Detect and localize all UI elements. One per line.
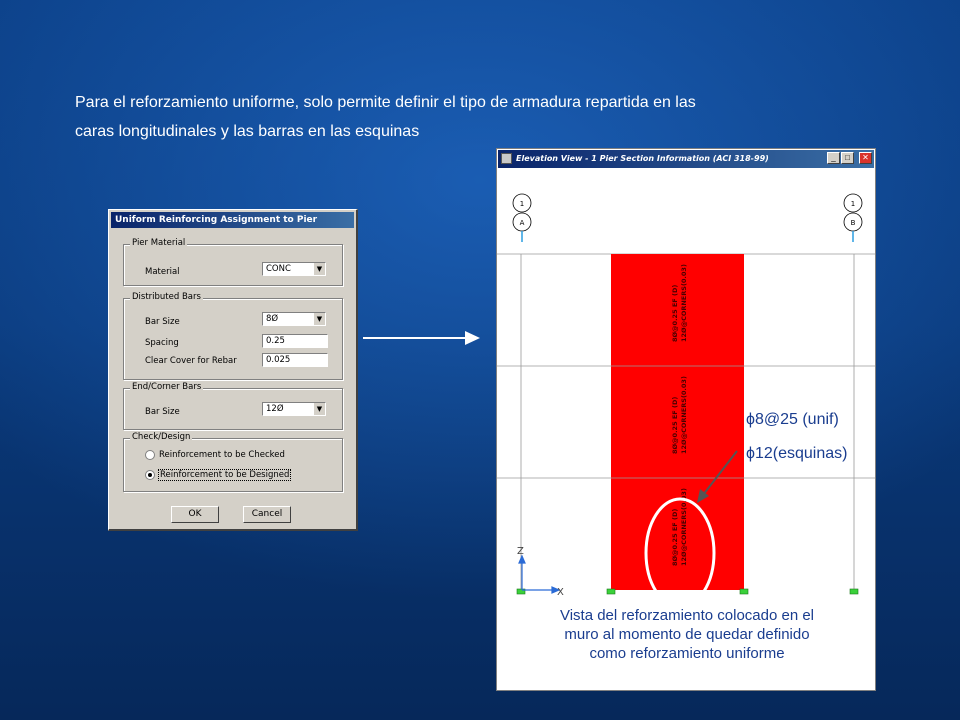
caption-line-3: como reforzamiento uniforme	[589, 645, 785, 662]
pier-label-storey3-line2: 12Ø@CORNERS(0.03)	[680, 264, 688, 342]
pier-label-storey2-line2: 12Ø@CORNERS(0.03)	[680, 376, 688, 454]
distributed-bar-size-select[interactable]: 8Ø ▼	[262, 312, 326, 326]
grid-bubble-right: 1 B	[843, 193, 863, 242]
dialog-title: Uniform Reinforcing Assignment to Pier	[111, 212, 354, 228]
slide-text: Para el reforzamiento uniforme, solo per…	[75, 88, 835, 146]
corner-bar-size-value: 12Ø	[266, 404, 284, 414]
arrow-right-icon	[465, 331, 480, 345]
maximize-icon[interactable]: □	[841, 152, 854, 164]
distributed-bars-legend: Distributed Bars	[130, 292, 203, 302]
minimize-icon[interactable]: _	[827, 152, 840, 164]
grid-right-top-label: 1	[851, 200, 855, 208]
radio-checked-label[interactable]: Reinforcement to be Checked	[159, 450, 285, 460]
corner-bar-size-label: Bar Size	[145, 407, 180, 417]
elevation-caption: Vista del reforzamiento colocado en el m…	[504, 606, 870, 663]
chevron-down-icon[interactable]: ▼	[313, 403, 325, 415]
bar-size-label: Bar Size	[145, 317, 180, 327]
pier-label-storey1-line1: 8Ø@0.25 EF (D)	[671, 509, 679, 566]
close-icon[interactable]: ✕	[859, 152, 872, 164]
material-value: CONC	[266, 264, 291, 274]
grid-left-top-label: 1	[520, 200, 524, 208]
clear-cover-input[interactable]: 0.025	[262, 353, 328, 367]
slide-text-line-2: caras longitudinales y las barras en las…	[75, 123, 420, 140]
spacing-input[interactable]: 0.25	[262, 334, 328, 348]
grid-left-bottom-label: A	[520, 219, 525, 227]
cancel-button[interactable]: Cancel	[243, 506, 291, 523]
elevation-title-text: Elevation View - 1 Pier Section Informat…	[516, 154, 769, 163]
clear-cover-label: Clear Cover for Rebar	[145, 356, 237, 366]
elevation-window-title: Elevation View - 1 Pier Section Informat…	[498, 150, 874, 168]
pier-label-storey2-line1: 8Ø@0.25 EF (D)	[671, 397, 679, 454]
corner-bar-size-select[interactable]: 12Ø ▼	[262, 402, 326, 416]
ok-button[interactable]: OK	[171, 506, 219, 523]
radio-designed-label[interactable]: Reinforcement to be Designed	[158, 469, 292, 481]
axis-z-label: Z	[517, 546, 524, 557]
check-design-legend: Check/Design	[130, 432, 193, 442]
app-icon	[501, 153, 512, 164]
chevron-down-icon[interactable]: ▼	[313, 313, 325, 325]
axis-icon	[518, 554, 561, 594]
end-corner-bars-legend: End/Corner Bars	[130, 382, 204, 392]
uniform-reinforcing-dialog: Uniform Reinforcing Assignment to Pier P…	[108, 209, 358, 531]
radio-checked-option[interactable]	[145, 450, 155, 460]
grid-right-bottom-label: B	[851, 219, 856, 227]
axis-x-label: X	[557, 587, 564, 598]
annotation-corners: ϕ12(esquinas)	[746, 445, 848, 462]
check-design-group: Check/Design	[123, 432, 343, 492]
spacing-label: Spacing	[145, 338, 179, 348]
chevron-down-icon[interactable]: ▼	[313, 263, 325, 275]
radio-designed-option[interactable]	[145, 470, 155, 480]
arrow-line	[363, 337, 467, 339]
distributed-bar-size-value: 8Ø	[266, 314, 279, 324]
annotation-distributed: ϕ8@25 (unif)	[746, 411, 839, 428]
pier-label-storey3-line1: 8Ø@0.25 EF (D)	[671, 285, 679, 342]
material-select[interactable]: CONC ▼	[262, 262, 326, 276]
caption-line-2: muro al momento de quedar definido	[564, 626, 810, 643]
caption-line-1: Vista del reforzamiento colocado en el	[559, 607, 815, 624]
slide-text-line-1: Para el reforzamiento uniforme, solo per…	[75, 94, 696, 111]
grid-bubble-left: 1 A	[512, 193, 532, 242]
pier-labels: 8Ø@0.25 EF (D) 12Ø@CORNERS(0.03) 8Ø@0.25…	[671, 264, 688, 566]
material-label: Material	[145, 267, 180, 277]
pier-material-legend: Pier Material	[130, 238, 188, 248]
